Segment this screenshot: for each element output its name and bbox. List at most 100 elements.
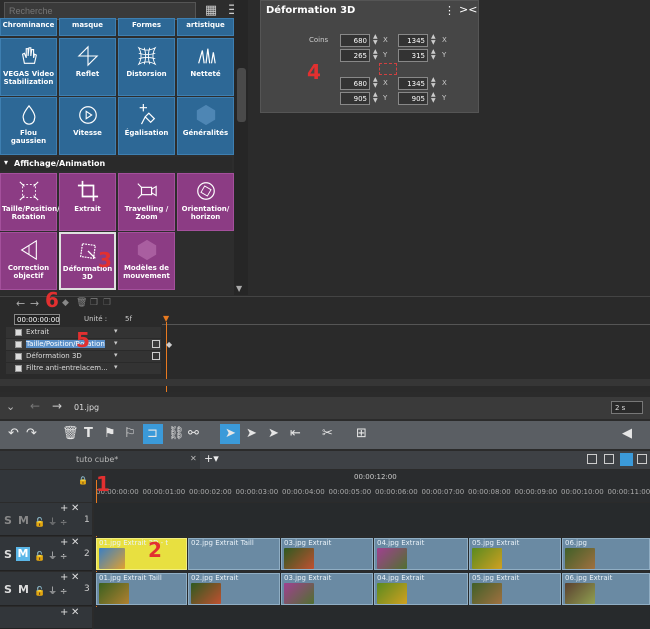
forward-arrow-icon[interactable]: → bbox=[52, 399, 62, 413]
effects-scrollbar[interactable] bbox=[234, 0, 248, 295]
clip[interactable]: 04.jpg Extrait bbox=[374, 538, 468, 570]
solo-button[interactable]: S bbox=[4, 514, 12, 527]
track-delete-icon[interactable]: ✕ bbox=[71, 537, 79, 548]
track-lane-3[interactable]: 01.jpg Extrait Taill 02.jpg Extrait 03.j… bbox=[94, 572, 650, 606]
track-lane-2[interactable]: 01.jpg Extrait 3D - t 02.jpg Extrait Tai… bbox=[94, 537, 650, 571]
grid-view-icon[interactable]: ▦ bbox=[203, 3, 219, 19]
clip[interactable]: 03.jpg Extrait bbox=[281, 538, 373, 570]
effect-tile-egalisation[interactable]: Égalisation bbox=[118, 97, 175, 155]
top-right-y-field[interactable]: 315 bbox=[398, 49, 428, 62]
effect-tile-nettete[interactable]: Netteté bbox=[177, 38, 234, 96]
close-tab-icon[interactable]: ✕ bbox=[190, 454, 197, 463]
back-arrow-icon[interactable]: ← bbox=[30, 399, 40, 413]
text-icon[interactable]: T bbox=[84, 427, 93, 441]
effect-tile-formes[interactable]: Formes bbox=[118, 18, 175, 36]
keyframe-row-filtre[interactable]: Filtre anti-entrelacem... ▾ bbox=[6, 363, 161, 374]
effect-tile-stabilization[interactable]: VEGAS Video Stabilization bbox=[0, 38, 57, 96]
category-header-affichage-animation[interactable]: Affichage/Animation bbox=[0, 157, 232, 171]
lock-icon[interactable]: 🔒 bbox=[78, 476, 88, 485]
track-delete-icon[interactable]: ✕ bbox=[71, 572, 79, 583]
chapter-marker-icon[interactable]: ⚐ bbox=[124, 427, 136, 441]
track-add-icon[interactable]: + bbox=[60, 503, 68, 514]
top-right-x-field[interactable]: 1345 bbox=[398, 34, 428, 47]
effect-tile-orientation-horizon[interactable]: Orientation/ horizon bbox=[177, 173, 234, 231]
track-add-icon[interactable]: + bbox=[60, 572, 68, 583]
clip[interactable]: 03.jpg Extrait bbox=[281, 573, 373, 605]
paste-icon[interactable]: ❐ bbox=[103, 298, 111, 308]
track-delete-icon[interactable]: ✕ bbox=[71, 503, 79, 514]
view-list-icon[interactable] bbox=[637, 454, 647, 464]
duration-field[interactable]: 2 s bbox=[611, 401, 643, 414]
spin-up-down-icon[interactable]: ▲ ▼ bbox=[373, 77, 379, 89]
spin-up-down-icon[interactable]: ▲ ▼ bbox=[431, 92, 437, 104]
spin-up-down-icon[interactable]: ▲ ▼ bbox=[431, 34, 437, 46]
link-icon[interactable]: ⛓ bbox=[168, 427, 185, 441]
keyframe-diamond-icon[interactable]: ◆ bbox=[166, 340, 172, 349]
spin-up-down-icon[interactable]: ▲ ▼ bbox=[431, 77, 437, 89]
bottom-right-y-field[interactable]: 905 bbox=[398, 92, 428, 105]
chevron-down-icon[interactable]: ▾ bbox=[114, 339, 118, 347]
bottom-left-x-field[interactable]: 680 bbox=[340, 77, 370, 90]
view-timeline-button[interactable] bbox=[620, 453, 633, 466]
effect-tile-correction-objectif[interactable]: Correction objectif bbox=[0, 232, 57, 290]
effect-tile-vitesse[interactable]: Vitesse bbox=[59, 97, 116, 155]
top-left-x-field[interactable]: 680 bbox=[340, 34, 370, 47]
view-single-icon[interactable] bbox=[587, 454, 597, 464]
solo-button[interactable]: S bbox=[4, 583, 12, 596]
effect-tile-artistique[interactable]: artistique bbox=[177, 18, 234, 36]
lock-icon[interactable]: 🔓 ⏚ ÷ bbox=[34, 549, 67, 562]
collapse-icon[interactable]: >< bbox=[459, 3, 477, 16]
delete-keyframe-icon[interactable]: 🗑 bbox=[76, 298, 87, 308]
insert-icon[interactable]: ⊞ bbox=[356, 427, 367, 441]
tab-project[interactable]: tuto cube* bbox=[0, 451, 200, 469]
undo-arrow-icon[interactable]: ← bbox=[16, 297, 25, 310]
clip[interactable]: 02.jpg Extrait Taill bbox=[188, 538, 280, 570]
clip[interactable]: 06.jpg Extrait bbox=[562, 573, 650, 605]
track-add-icon[interactable]: + bbox=[60, 537, 68, 548]
lock-icon[interactable]: 🔓 ⏚ ÷ bbox=[34, 515, 67, 528]
scroll-down-icon[interactable]: ▼ bbox=[236, 284, 242, 293]
marker-flag-icon[interactable]: ⚑ bbox=[104, 427, 116, 441]
pointer-tool-button[interactable]: ➤ bbox=[220, 424, 240, 444]
mute-button[interactable]: M bbox=[18, 514, 29, 527]
lock-icon[interactable]: 🔓 ⏚ ÷ bbox=[34, 584, 67, 597]
mute-button[interactable]: M bbox=[18, 583, 29, 596]
add-tab-icon[interactable]: +▾ bbox=[204, 452, 219, 465]
keyframe-row-deformation-3d[interactable]: Déformation 3D ▾ bbox=[6, 351, 161, 362]
effect-tile-extrait[interactable]: Extrait bbox=[59, 173, 116, 231]
spin-up-down-icon[interactable]: ▲ ▼ bbox=[373, 49, 379, 61]
stretch-icon[interactable]: ⇤ bbox=[290, 427, 301, 441]
chevron-down-icon[interactable]: ▾ bbox=[114, 351, 118, 359]
unit-value[interactable]: 5f bbox=[125, 315, 132, 323]
clip[interactable]: 04.jpg Extrait bbox=[374, 573, 468, 605]
scissors-icon[interactable]: ✂ bbox=[322, 427, 333, 441]
top-left-y-field[interactable]: 265 bbox=[340, 49, 370, 62]
chevron-down-icon[interactable]: ▾ bbox=[114, 363, 118, 371]
effect-tile-generalites[interactable]: Généralités bbox=[177, 97, 234, 155]
effect-tile-modeles-mouvement[interactable]: Modèles de mouvement bbox=[118, 232, 175, 290]
effect-tile-masque[interactable]: masque bbox=[59, 18, 116, 36]
select-all-icon[interactable]: ➤ bbox=[268, 427, 279, 441]
effect-tile-flou-gaussien[interactable]: Flou gaussien bbox=[0, 97, 57, 155]
track-delete-icon[interactable]: ✕ bbox=[71, 607, 79, 618]
redo-icon[interactable]: ↷ bbox=[26, 427, 37, 441]
keyframe-timecode[interactable]: 00:00:00:00 bbox=[14, 314, 60, 325]
spin-up-down-icon[interactable]: ▲ ▼ bbox=[373, 34, 379, 46]
keyframe-toggle-icon[interactable] bbox=[152, 340, 160, 348]
view-split-icon[interactable] bbox=[604, 454, 614, 464]
checkbox[interactable] bbox=[15, 365, 22, 372]
magnet-button[interactable]: ⊐ bbox=[143, 424, 163, 444]
clip[interactable]: 06.jpg bbox=[562, 538, 650, 570]
checkbox[interactable] bbox=[15, 341, 22, 348]
clip[interactable]: 05.jpg Extrait bbox=[469, 538, 561, 570]
effect-tile-reflet[interactable]: Reflet bbox=[59, 38, 116, 96]
track-lane-1[interactable] bbox=[94, 503, 650, 536]
track-add-icon[interactable]: + bbox=[60, 607, 68, 618]
mute-button[interactable]: M bbox=[16, 547, 30, 561]
checkbox[interactable] bbox=[15, 329, 22, 336]
expand-chevron-icon[interactable]: ⌄ bbox=[6, 400, 15, 413]
spin-up-down-icon[interactable]: ▲ ▼ bbox=[373, 92, 379, 104]
chevron-down-icon[interactable]: ▾ bbox=[114, 327, 118, 335]
redo-arrow-icon[interactable]: → bbox=[30, 297, 39, 310]
track-lane-4[interactable] bbox=[94, 607, 650, 629]
